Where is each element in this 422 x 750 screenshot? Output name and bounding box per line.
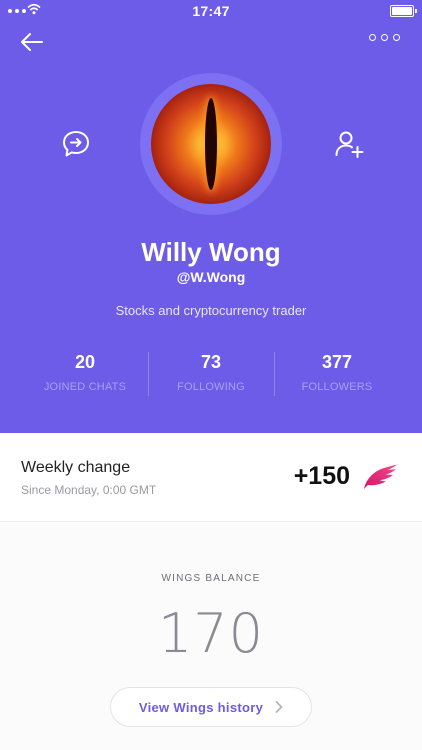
profile-header: 17:47 Willy Wong @W.Wong Stocks and cryp…	[0, 0, 422, 433]
back-arrow-icon[interactable]	[18, 28, 46, 56]
profile-stats: 20 JOINED CHATS 73 FOLLOWING 377 FOLLOWE…	[22, 350, 400, 396]
stat-joined-chats[interactable]: 20 JOINED CHATS	[22, 350, 148, 396]
status-bar: 17:47	[0, 0, 422, 22]
weekly-change-value: +150	[293, 462, 350, 490]
stat-label: JOINED CHATS	[43, 381, 127, 393]
stat-followers[interactable]: 377 FOLLOWERS	[274, 350, 400, 396]
stat-value: 377	[321, 352, 353, 372]
stat-value: 73	[200, 352, 222, 372]
avatar-eye-pupil	[205, 98, 217, 190]
wings-balance-value: 170	[157, 602, 265, 665]
stat-following[interactable]: 73 FOLLOWING	[148, 350, 274, 396]
view-wings-history-label: View Wings history	[138, 699, 264, 715]
profile-name: Willy Wong	[141, 237, 281, 267]
status-time: 17:47	[192, 3, 230, 19]
more-icon[interactable]	[369, 34, 400, 41]
wing-icon	[364, 464, 397, 489]
chat-icon[interactable]	[60, 128, 92, 160]
weekly-change-subtitle: Since Monday, 0:00 GMT	[21, 483, 157, 497]
wings-balance-label: WINGS BALANCE	[161, 573, 261, 584]
stat-value: 20	[74, 352, 96, 372]
chevron-right-icon	[275, 701, 283, 713]
battery-icon	[390, 5, 417, 17]
weekly-change-title: Weekly change	[21, 459, 131, 476]
stat-label: FOLLOWERS	[301, 381, 373, 393]
weekly-change-card: Weekly change Since Monday, 0:00 GMT +15…	[0, 433, 422, 522]
profile-bio: Stocks and cryptocurrency trader	[115, 303, 307, 318]
avatar-ring	[140, 73, 282, 215]
add-user-icon[interactable]	[333, 128, 365, 160]
avatar[interactable]	[151, 84, 271, 204]
profile-handle: @W.Wong	[176, 269, 246, 285]
view-wings-history-button[interactable]: View Wings history	[110, 687, 312, 727]
stat-label: FOLLOWING	[177, 381, 245, 393]
